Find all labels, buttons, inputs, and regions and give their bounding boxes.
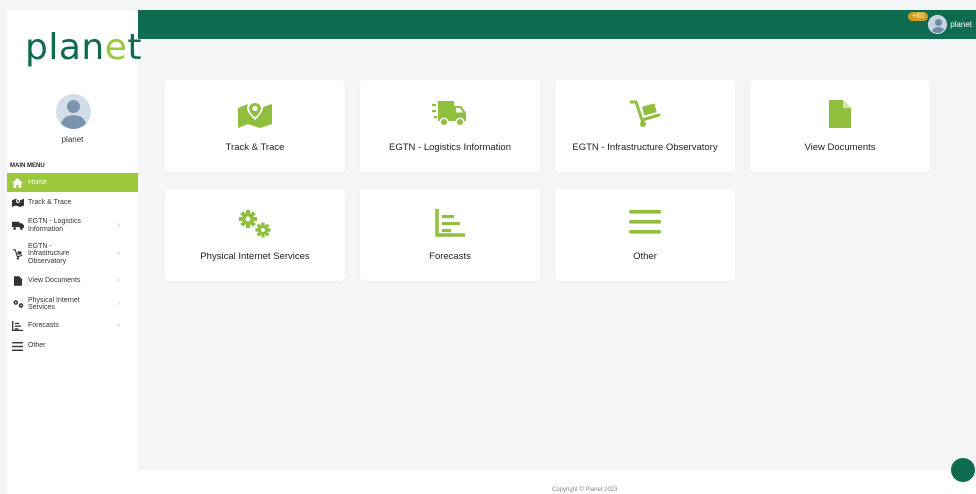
sidebar-item-home[interactable]: Home [7, 173, 138, 192]
truck-icon [11, 221, 24, 230]
sidebar-item-physical-internet[interactable]: Physical Internet Services › [7, 292, 138, 316]
card-forecasts[interactable]: Forecasts [360, 189, 540, 281]
user-menu[interactable]: planet [928, 10, 972, 39]
gears-icon [11, 299, 24, 309]
main-menu-heading: MAIN MENU [10, 163, 45, 169]
card-label: View Documents [804, 142, 876, 153]
sidebar-item-label: EGTN - Infrastructure Observatory [28, 242, 70, 265]
chart-icon [360, 209, 540, 237]
top-bar [138, 10, 976, 39]
sidebar-item-label: Other [28, 342, 46, 350]
card-physical-internet[interactable]: Physical Internet Services [165, 189, 345, 281]
sidebar-item-label: Forecasts [28, 322, 59, 330]
document-icon [11, 276, 24, 286]
truck-icon [360, 100, 540, 128]
main-menu: Home Track & Trace EGTN - Logistics Info… [7, 173, 138, 356]
floating-action-button[interactable] [951, 458, 975, 482]
home-icon [11, 177, 24, 188]
card-label: EGTN - Logistics Information [389, 142, 511, 153]
chevron-right-icon: › [117, 250, 120, 258]
map-pin-icon [11, 198, 24, 207]
card-egtn-infrastructure[interactable]: EGTN - Infrastructure Observatory [555, 80, 735, 172]
chart-icon [11, 321, 24, 331]
card-label: Forecasts [429, 251, 471, 262]
document-icon [750, 100, 930, 128]
sidebar-item-track-trace[interactable]: Track & Trace [7, 192, 138, 213]
card-view-documents[interactable]: View Documents [750, 80, 930, 172]
sidebar-item-label: Physical Internet Services [28, 296, 80, 311]
chevron-right-icon: › [117, 300, 120, 308]
sidebar-item-forecasts[interactable]: Forecasts › [7, 316, 138, 336]
sidebar-item-label: View Documents [28, 277, 81, 285]
sidebar-item-egtn-logistics[interactable]: EGTN - Logistics Information › [7, 213, 138, 238]
sidebar: planet planet MAIN MENU Home Track & Tra… [7, 10, 142, 470]
sidebar-item-label: Track & Trace [28, 198, 72, 206]
sidebar-item-label: Home [28, 178, 47, 186]
header-username[interactable]: planet [950, 20, 972, 29]
chevron-right-icon: › [117, 221, 120, 229]
chevron-right-icon: › [117, 277, 120, 285]
bars-icon [11, 341, 24, 351]
map-pin-icon [165, 100, 345, 128]
card-label: EGTN - Infrastructure Observatory [572, 142, 718, 153]
sidebar-item-label: EGTN - Logistics Information [28, 218, 81, 233]
sidebar-avatar-icon [56, 94, 91, 129]
notification-badge[interactable]: +60 [908, 12, 928, 21]
card-track-trace[interactable]: Track & Trace [165, 80, 345, 172]
user-avatar-icon[interactable] [928, 15, 948, 34]
cart-icon [555, 100, 735, 128]
sidebar-item-view-documents[interactable]: View Documents › [7, 270, 138, 292]
cart-icon [11, 248, 24, 260]
planet-logo[interactable]: planet [25, 30, 142, 66]
card-other[interactable]: Other [555, 189, 735, 281]
copyright-text: Copyright © Planet 2023 [552, 487, 618, 493]
card-label: Track & Trace [225, 142, 285, 153]
chevron-right-icon: › [117, 322, 120, 330]
sidebar-item-egtn-infrastructure[interactable]: EGTN - Infrastructure Observatory › [7, 238, 138, 270]
card-egtn-logistics[interactable]: EGTN - Logistics Information [360, 80, 540, 172]
card-label: Other [633, 251, 657, 262]
bars-icon [555, 209, 735, 235]
sidebar-username: planet [61, 135, 84, 144]
footer: Copyright © Planet 2023 [7, 470, 976, 494]
card-label: Physical Internet Services [200, 251, 310, 262]
gears-icon [165, 209, 345, 239]
sidebar-item-other[interactable]: Other [7, 336, 138, 356]
